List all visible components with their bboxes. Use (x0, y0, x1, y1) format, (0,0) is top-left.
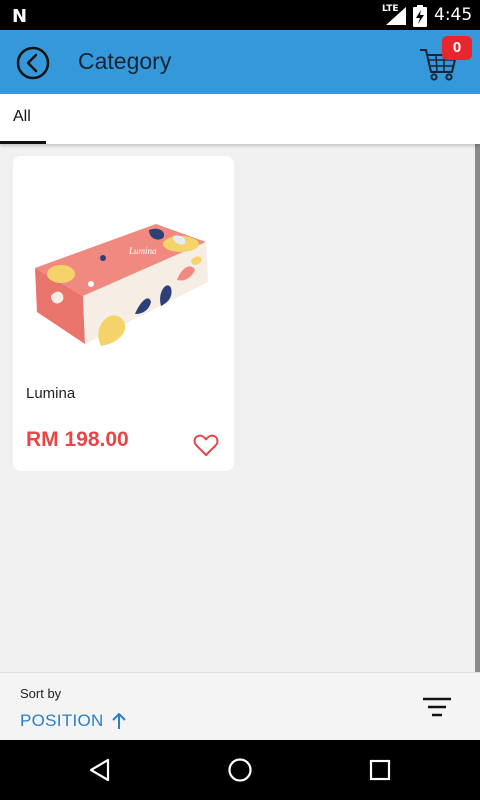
filter-lines-icon (423, 697, 451, 717)
n-notification-icon: N (12, 6, 28, 27)
tissue-box-product-image: Lumina (35, 224, 208, 346)
app-bar: Category 0 (0, 30, 480, 94)
nav-home-circle-icon[interactable] (227, 757, 253, 783)
wishlist-button[interactable] (193, 432, 219, 458)
sort-option-button[interactable]: POSITION (20, 711, 104, 731)
page-title: Category (78, 48, 172, 74)
tab-all[interactable]: All (0, 94, 46, 144)
sort-ascending-arrow-icon[interactable] (110, 711, 128, 731)
svg-text:Lumina: Lumina (128, 246, 157, 256)
system-navigation-bar (0, 740, 480, 800)
back-button[interactable] (14, 44, 52, 82)
tab-selected-indicator (0, 141, 46, 144)
nav-back-triangle-icon[interactable] (88, 758, 112, 782)
product-card[interactable]: Lumina Lumina RM 198.00 (13, 156, 234, 471)
filter-button[interactable] (420, 695, 454, 721)
product-price: RM 198.00 (26, 428, 129, 451)
sort-caption: Sort by (20, 686, 62, 701)
status-time: 4:45 (434, 5, 473, 25)
cart-count-badge: 0 (442, 36, 472, 60)
scrollbar[interactable] (475, 144, 480, 672)
signal-icon (386, 7, 406, 25)
category-tab-bar: All (0, 94, 480, 144)
product-grid: Lumina Lumina RM 198.00 (0, 144, 480, 672)
status-bar: N LTE 4:45 (0, 0, 480, 30)
nav-recents-square-icon[interactable] (368, 758, 392, 782)
tab-label: All (13, 108, 31, 125)
product-name[interactable]: Lumina (26, 385, 75, 402)
heart-outline-icon (193, 434, 219, 456)
back-arrow-icon (16, 46, 50, 80)
battery-icon (413, 5, 427, 27)
sort-bar: Sort by POSITION (0, 672, 480, 740)
